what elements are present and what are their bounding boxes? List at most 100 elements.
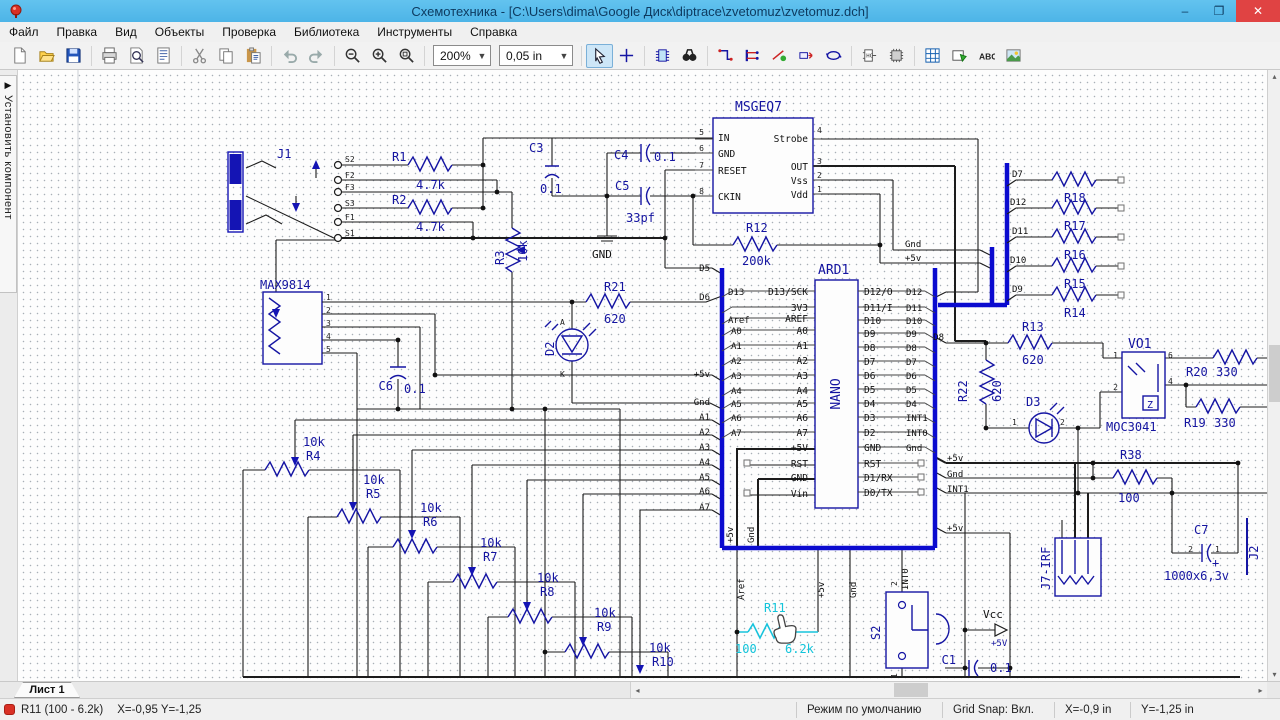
menu-1[interactable]: Файл — [0, 23, 48, 41]
schematic-label: 100 — [1118, 491, 1140, 505]
toolbar-zoomin-button[interactable] — [366, 44, 393, 68]
toolbar-wiredot-button[interactable] — [766, 44, 793, 68]
toolbar-redo-button[interactable] — [303, 44, 330, 68]
schematic-label: R18 — [1064, 191, 1086, 205]
schematic-label: R15 — [1064, 277, 1086, 291]
schematic-label: NANO — [829, 378, 844, 409]
schematic-canvas[interactable]: J1 R1 4.7k R2 4.7k S2 F2 F3 S3 F1 S1 R3 10k C3 0.1 C4 0.… — [18, 70, 1267, 681]
sheet-tab-list1[interactable]: Лист 1 — [14, 682, 80, 698]
toolbar-image-button[interactable] — [1000, 44, 1027, 68]
schematic-label: 1 — [326, 293, 331, 302]
menu-8[interactable]: Справка — [461, 23, 526, 41]
toolbar-text-button[interactable] — [973, 44, 1000, 68]
scroll-right-button[interactable]: ▸ — [1254, 683, 1267, 697]
schematic-label: D6 — [699, 293, 710, 303]
schematic-label: 10k — [480, 536, 502, 550]
hand-cursor — [773, 614, 797, 644]
scroll-down-button[interactable]: ▾ — [1268, 668, 1280, 681]
schematic-label: +5v — [947, 454, 963, 464]
schematic-label: CKIN — [718, 192, 741, 203]
schematic-label: A6 — [797, 413, 809, 424]
toolbar-preview-button[interactable] — [123, 44, 150, 68]
chip2-icon — [888, 47, 905, 64]
schematic-label: AREF — [785, 314, 808, 325]
toolbar-chip-button[interactable] — [649, 44, 676, 68]
scroll-left-button[interactable]: ◂ — [631, 683, 644, 697]
status-mode: Режим по умолчанию — [796, 701, 942, 718]
schematic-label: 10k — [516, 240, 530, 262]
schematic-label: Aref — [728, 316, 750, 326]
toolbar-sheet-button[interactable] — [150, 44, 177, 68]
vertical-scroll-thumb[interactable] — [1269, 345, 1280, 402]
schematic-label: 1 — [890, 673, 899, 678]
schematic-label: D11 — [906, 304, 922, 314]
toolbar-zoomfit-button[interactable] — [393, 44, 420, 68]
minimize-button[interactable]: – — [1168, 0, 1202, 22]
toolbar-netport-button[interactable] — [793, 44, 820, 68]
zoom-level-combo[interactable]: 200% ▼ — [433, 45, 491, 66]
horizontal-scroll-thumb[interactable] — [894, 683, 928, 697]
schematic-label: 5 — [326, 345, 331, 354]
menu-5[interactable]: Проверка — [213, 23, 285, 41]
schematic-label: 4.7k — [416, 178, 446, 192]
schematic-label: 3V3 — [791, 303, 808, 314]
toolbar-loop-button[interactable] — [820, 44, 847, 68]
zoomout-icon — [344, 47, 361, 64]
grid-step-combo[interactable]: 0,05 in ▼ — [499, 45, 573, 66]
toolbar-separator — [644, 45, 645, 66]
schematic-label: A3 — [731, 372, 742, 382]
chevron-down-icon: ▼ — [477, 50, 487, 61]
toolbar-shape-button[interactable] — [946, 44, 973, 68]
toolbar-bus-button[interactable] — [739, 44, 766, 68]
toolbar-find-button[interactable] — [676, 44, 703, 68]
menu-6[interactable]: Библиотека — [285, 23, 368, 41]
schematic-label: R19 — [1184, 416, 1206, 430]
restore-button[interactable]: ❐ — [1202, 0, 1236, 22]
toolbar-undo-button[interactable] — [276, 44, 303, 68]
schematic-label: INT1 — [906, 414, 928, 424]
schematic-label: D1/RX — [864, 473, 893, 484]
schematic-label: Z — [1147, 400, 1153, 411]
schematic-label: D9 — [864, 329, 876, 340]
schematic-label: A0 — [797, 326, 809, 337]
menu-3[interactable]: Вид — [106, 23, 146, 41]
toolbar-copy-button[interactable] — [213, 44, 240, 68]
image-icon — [1005, 47, 1022, 64]
toolbar-cursor-button[interactable] — [586, 43, 613, 68]
toolbar-print-button[interactable] — [96, 44, 123, 68]
menu-7[interactable]: Инструменты — [368, 23, 461, 41]
toolbar-save-button[interactable] — [60, 44, 87, 68]
schematic-label: 2 — [890, 581, 899, 586]
schematic-label: 330 — [1214, 416, 1236, 430]
scroll-up-button[interactable]: ▴ — [1268, 70, 1280, 83]
grid-icon — [924, 47, 941, 64]
toolbar-gate-button[interactable] — [856, 44, 883, 68]
toolbar-new-button[interactable] — [6, 44, 33, 68]
vertical-scrollbar[interactable]: ▴ ▾ — [1267, 70, 1280, 681]
toolbar-cross-button[interactable] — [613, 44, 640, 68]
menu-2[interactable]: Правка — [48, 23, 107, 41]
schematic-label: 330 — [1216, 365, 1238, 379]
toolbar-grid-button[interactable] — [919, 44, 946, 68]
toolbar-open-button[interactable] — [33, 44, 60, 68]
schematic-label: D12 — [906, 288, 922, 298]
schematic-label: +5V — [791, 443, 808, 454]
menu-4[interactable]: Объекты — [146, 23, 214, 41]
close-button[interactable]: ✕ — [1236, 0, 1280, 22]
schematic-label: R12 — [746, 221, 768, 235]
toolbar-paste-button[interactable] — [240, 44, 267, 68]
status-cursor-coords: X=-0,95 Y=-1,25 — [117, 703, 202, 716]
schematic-label: 6 — [1168, 351, 1173, 360]
schematic-label: RST — [864, 459, 881, 470]
toolbar-chip2-button[interactable] — [883, 44, 910, 68]
toolbar-zoomout-button[interactable] — [339, 44, 366, 68]
schematic-label: 10k — [537, 571, 559, 585]
schematic-label: 620 — [990, 380, 1004, 402]
copy-icon — [218, 47, 235, 64]
horizontal-scrollbar[interactable]: ◂ ▸ — [630, 682, 1267, 698]
schematic-label: D8 — [933, 333, 944, 343]
toolbar-cut-button[interactable] — [186, 44, 213, 68]
schematic-label: Strobe — [774, 134, 809, 145]
toolbar-wire-button[interactable] — [712, 44, 739, 68]
place-component-tab[interactable]: ▶ Установить компонент — [0, 75, 17, 293]
